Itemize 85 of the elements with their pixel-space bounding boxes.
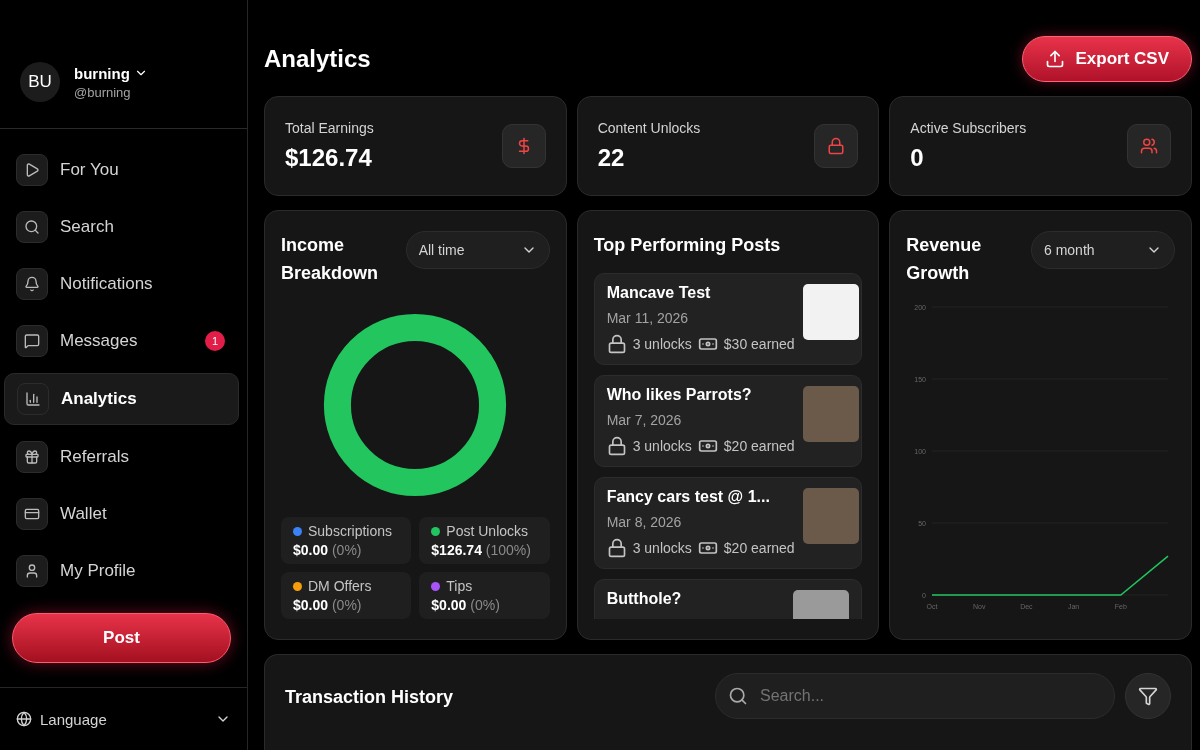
card-title: Top Performing Posts — [593, 234, 782, 257]
bar-chart-icon — [17, 383, 49, 415]
nav-item[interactable]: Analytics — [4, 373, 239, 425]
card-title: Transaction History — [285, 686, 454, 709]
post-date: Mar 11, 2026 — [606, 310, 690, 326]
users-icon — [1127, 124, 1171, 168]
unread-count: 1 — [205, 331, 225, 351]
gift-icon — [16, 441, 48, 473]
post-date: Mar 8, 2026 — [606, 514, 683, 530]
nav-item[interactable]: Search — [4, 202, 239, 252]
nav-label: Notifications — [60, 274, 153, 294]
nav-item[interactable]: Wallet — [4, 489, 239, 539]
avatar[interactable]: BU — [20, 62, 60, 102]
lock-icon — [814, 124, 859, 168]
search-icon — [728, 686, 748, 706]
play-icon — [16, 154, 48, 186]
profile-name[interactable]: burning — [74, 64, 130, 82]
legend-amount: $0.00 (0%) — [293, 542, 363, 558]
legend-label: DM Offers — [308, 578, 372, 594]
unlock-count: 3 unlocks — [632, 438, 692, 454]
filter-icon — [1138, 686, 1158, 706]
legend-label: Post Unlocks — [446, 523, 529, 539]
upload-icon — [1045, 49, 1066, 69]
card-title: Revenue Growth — [906, 234, 983, 285]
post-title: Butthole? — [606, 590, 682, 608]
period-select[interactable]: All time — [405, 231, 550, 269]
nav-item[interactable]: Notifications — [4, 259, 239, 309]
bell-icon — [16, 268, 48, 300]
export-button[interactable]: Export CSV — [1022, 36, 1192, 82]
earned-amount: $20 earned — [723, 438, 795, 454]
search-input[interactable]: Search... — [758, 686, 1102, 706]
card-title: Income Breakdown — [281, 234, 380, 285]
lock-icon — [606, 436, 627, 456]
nav-label: Referrals — [60, 447, 129, 467]
post-date: Mar 7, 2026 — [606, 412, 683, 428]
lock-icon — [606, 538, 627, 558]
card-icon — [16, 498, 48, 530]
chat-icon — [16, 325, 48, 357]
unlock-count: 3 unlocks — [632, 540, 692, 556]
post-card[interactable]: Mancave Test Mar 11, 2026 3 unlocks $30 earned — [593, 273, 863, 365]
earned-amount: $30 earned — [723, 336, 795, 352]
post-card[interactable]: Who likes Parrots? Mar 7, 2026 3 unlocks $20 earned — [593, 375, 863, 467]
legend-amount: $126.74 (100%) — [431, 542, 532, 558]
legend-amount: $0.00 (0%) — [293, 597, 363, 613]
search-field[interactable]: Search... — [715, 673, 1115, 719]
post-title: Who likes Parrots? — [606, 386, 753, 404]
post-title: Mancave Test — [606, 284, 712, 302]
photo-placeholder — [802, 284, 859, 340]
stat-value: $126.74 — [285, 144, 373, 172]
unlock-count: 3 unlocks — [632, 336, 692, 352]
nav-label: For You — [60, 160, 119, 180]
search-icon — [16, 211, 48, 243]
earned-amount: $20 earned — [723, 540, 795, 556]
dollar-icon — [501, 124, 546, 168]
photo-placeholder — [802, 488, 859, 544]
nav-item[interactable]: My Profile — [4, 546, 239, 596]
stat-label: Active Subscribers — [910, 120, 1027, 136]
stat-value: 22 — [597, 144, 626, 172]
nav-item[interactable]: For You — [4, 145, 239, 195]
user-icon — [16, 555, 48, 587]
nav-item[interactable]: Referrals — [4, 432, 239, 482]
stat-label: Content Unlocks — [597, 120, 701, 136]
nav-label: Messages — [60, 331, 138, 351]
language-selector[interactable]: Language — [16, 710, 231, 728]
nav-label: Search — [60, 217, 114, 237]
post-card[interactable]: Fancy cars test @ 1... Mar 8, 2026 3 unlocks $20 earned — [593, 477, 863, 569]
photo-placeholder — [802, 386, 859, 442]
stat-label: Total Earnings — [285, 120, 374, 136]
lock-icon — [606, 334, 627, 354]
legend-amount: $0.00 (0%) — [431, 597, 501, 613]
period-select[interactable]: 6 month — [1031, 231, 1175, 269]
legend-label: Subscriptions — [308, 523, 393, 539]
filter-button[interactable] — [1125, 673, 1171, 719]
post-card[interactable]: Butthole? — [593, 579, 863, 619]
nav-label: Wallet — [60, 504, 107, 524]
nav-label: My Profile — [60, 561, 136, 581]
profile-handle: @burning — [74, 84, 132, 100]
stat-value: 0 — [910, 144, 925, 172]
post-title: Fancy cars test @ 1... — [606, 488, 771, 506]
globe-icon — [16, 711, 32, 727]
legend-label: Tips — [446, 578, 473, 594]
post-button[interactable]: Post — [12, 613, 231, 663]
nav-label: Analytics — [61, 389, 137, 409]
nav-item[interactable]: Messages 1 — [4, 316, 239, 366]
page-title: Analytics — [264, 45, 371, 73]
